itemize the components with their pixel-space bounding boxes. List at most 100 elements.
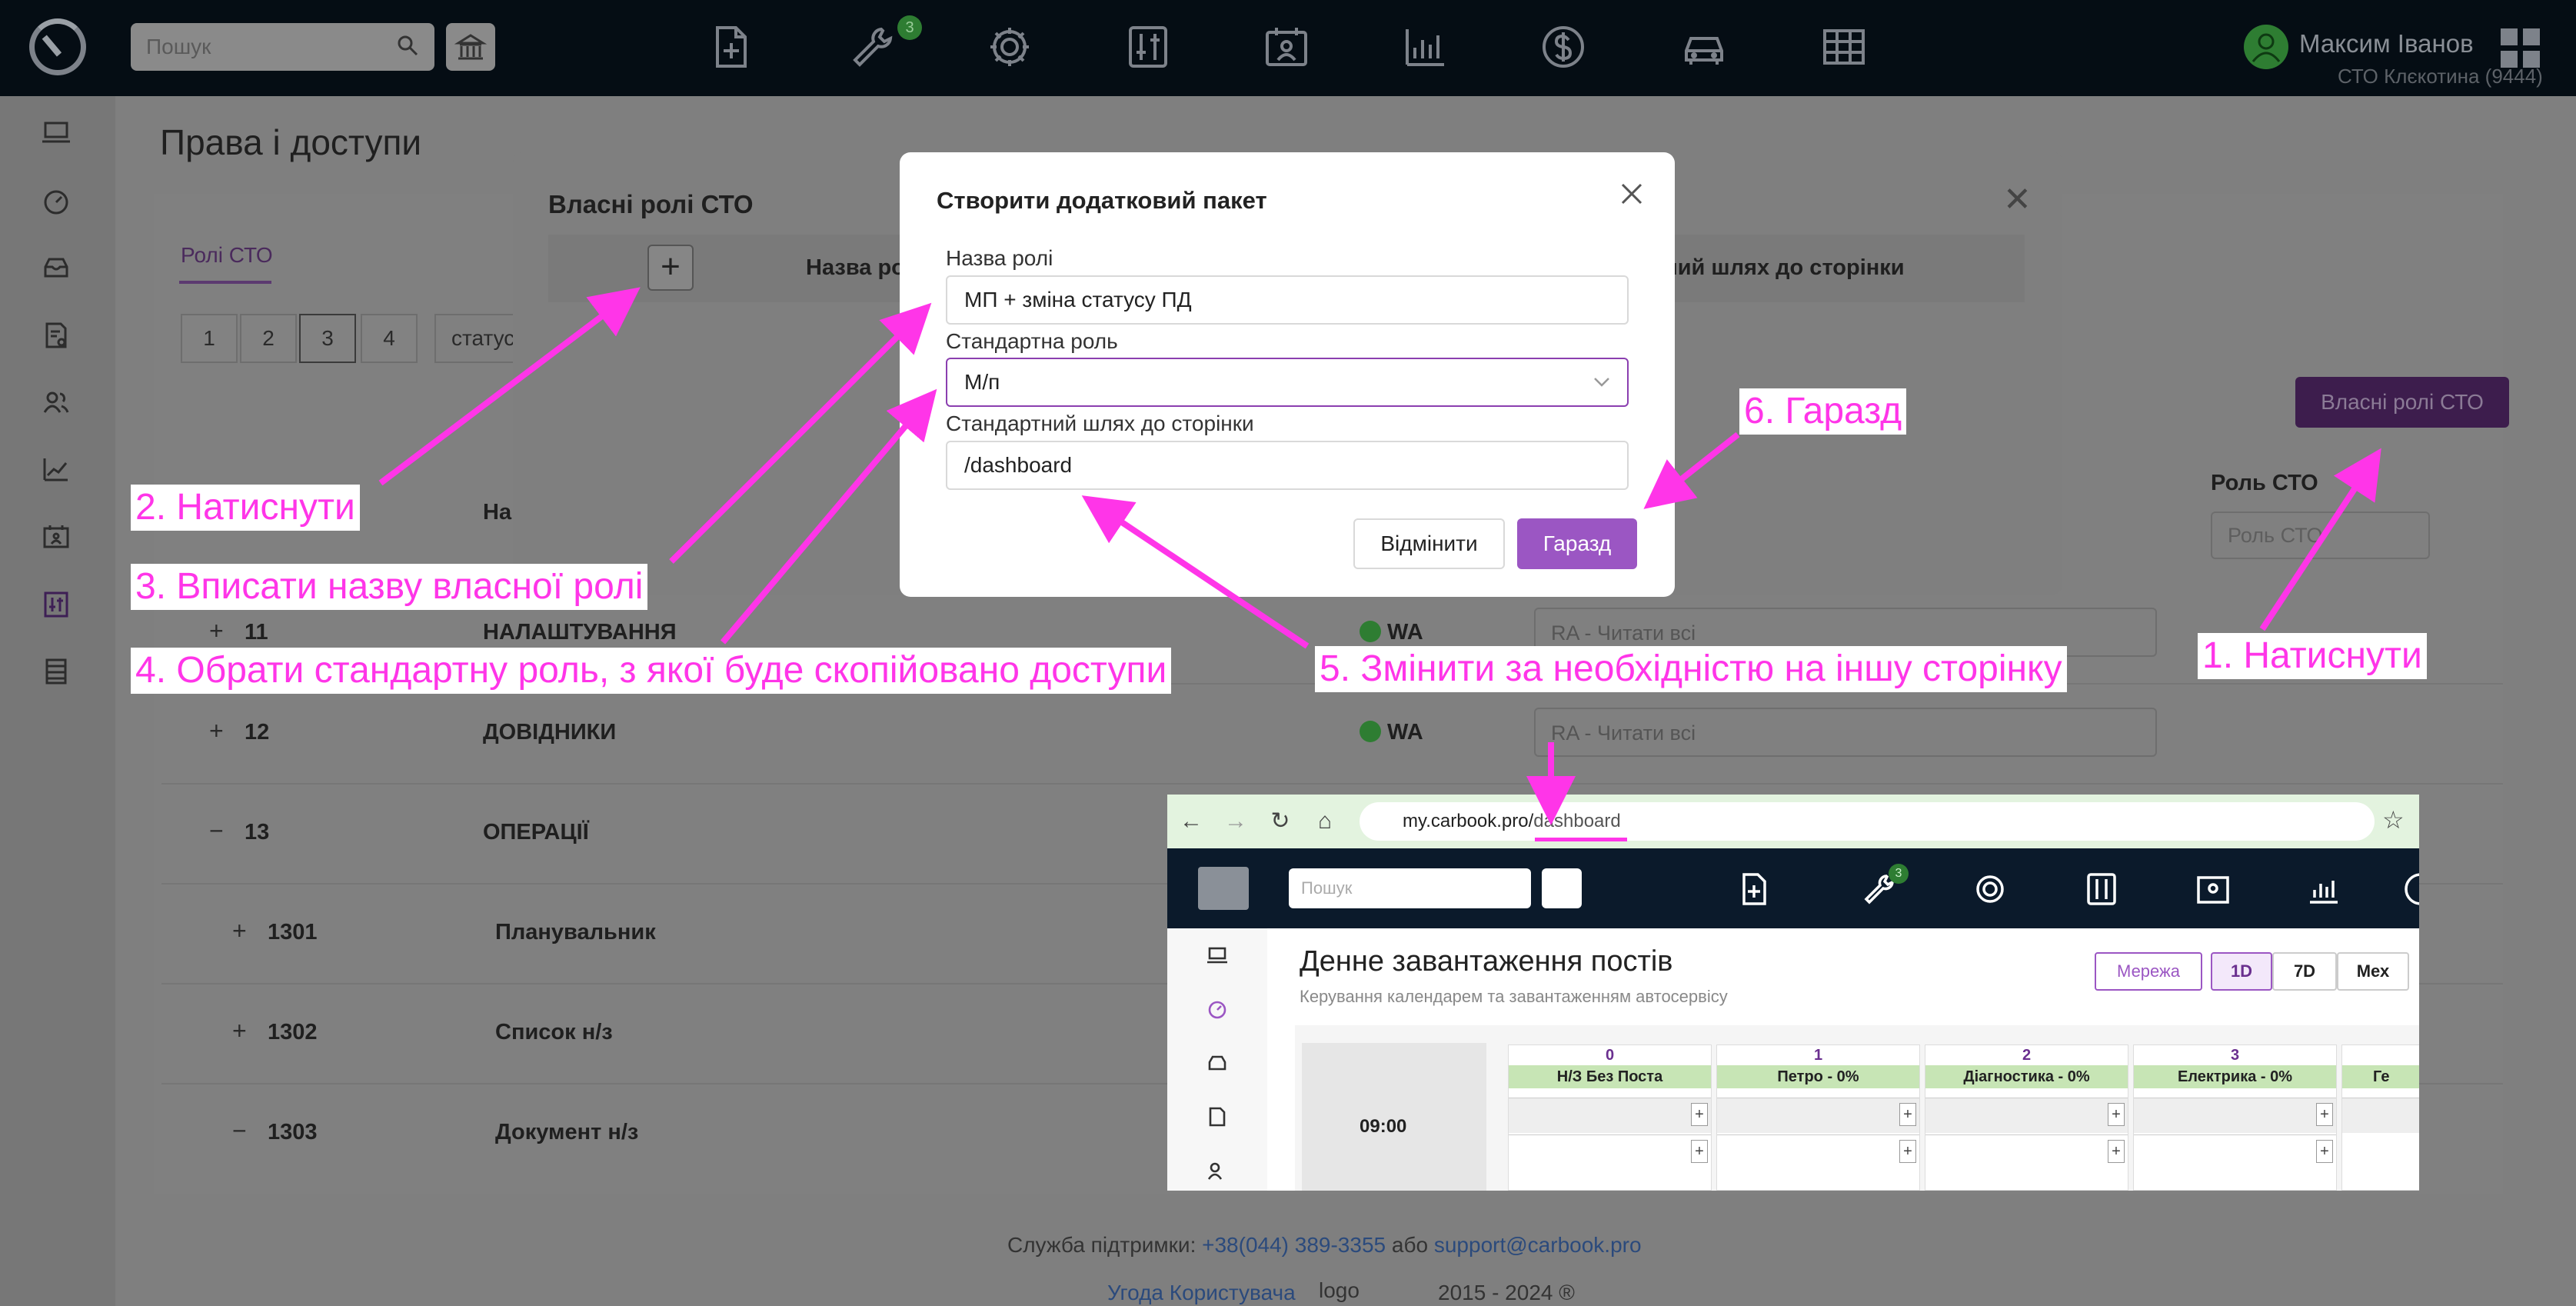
bank-icon[interactable] (446, 23, 495, 71)
schedule-slot[interactable] (2342, 1098, 2419, 1133)
user-name[interactable]: Максим Іванов (2299, 29, 2474, 58)
schedule-slot[interactable]: + (1925, 1098, 2128, 1133)
expand-toggle[interactable]: + (232, 1017, 247, 1045)
apps-grid-icon[interactable] (2499, 27, 2541, 69)
tab-roles[interactable]: Ролі СТО (181, 243, 273, 268)
inset-dollar-icon[interactable] (2401, 870, 2419, 908)
expand-toggle[interactable]: + (209, 717, 224, 745)
users-icon[interactable] (38, 385, 74, 420)
add-slot-button[interactable]: + (1691, 1103, 1708, 1126)
annotation-step-4: 4. Обрати стандартну роль, з якої буде с… (131, 648, 1172, 694)
inset-inbox-icon[interactable] (1204, 1050, 1230, 1076)
inset-sliders-icon[interactable] (2082, 870, 2121, 908)
add-slot-button[interactable]: + (1899, 1140, 1916, 1163)
settings-gear-icon[interactable] (984, 22, 1035, 72)
inset-users-icon[interactable] (1204, 1158, 1230, 1184)
own-roles-button[interactable]: Власні ролі СТО (2295, 377, 2509, 428)
collapse-toggle[interactable]: − (209, 817, 224, 845)
expand-toggle[interactable]: + (232, 917, 247, 945)
post-header: Діагностика - 0% (1925, 1065, 2128, 1088)
back-arrow-icon[interactable]: ← (1178, 808, 1204, 835)
inbox-icon[interactable] (38, 250, 74, 285)
inset-network-button[interactable]: Мережа (2095, 952, 2202, 991)
url-path: dashboard (1533, 811, 1621, 831)
sliders-icon[interactable] (1123, 22, 1173, 72)
inset-7d-button[interactable]: 7D (2272, 952, 2337, 991)
access-label: WA (1387, 720, 1423, 745)
collapse-toggle[interactable]: − (232, 1117, 247, 1145)
reload-icon[interactable]: ↻ (1267, 808, 1293, 835)
access-status: WA (1360, 620, 1423, 645)
dollar-icon[interactable] (1538, 22, 1589, 72)
search-input[interactable]: Пошук (131, 23, 434, 71)
schedule-slot[interactable]: + (1717, 1098, 1919, 1133)
user-avatar[interactable] (2244, 25, 2288, 69)
cancel-button[interactable]: Відмінити (1353, 518, 1505, 569)
calendar-person-icon[interactable] (38, 519, 74, 555)
row-code: 1301 (268, 920, 318, 945)
support-email-link[interactable]: support@carbook.pro (1434, 1233, 1642, 1257)
access-select[interactable]: RA - Читати всі (1534, 708, 2157, 757)
pagination-page[interactable]: 1 (181, 314, 238, 363)
inset-search-input[interactable]: Пошук (1289, 868, 1531, 908)
home-icon[interactable]: ⌂ (1312, 808, 1338, 835)
inset-bar-chart-icon[interactable] (2304, 870, 2342, 908)
calendar-user-icon[interactable] (1261, 22, 1312, 72)
inset-new-document-icon[interactable] (1735, 870, 1773, 908)
search-icon[interactable] (396, 34, 419, 57)
add-slot-button[interactable]: + (2316, 1140, 2333, 1163)
schedule-slot[interactable]: + (2134, 1134, 2336, 1170)
new-document-icon[interactable] (705, 22, 756, 72)
app-logo-icon[interactable] (29, 18, 86, 75)
footer-support: Служба підтримки: +38(044) 389-3355 або … (1007, 1233, 1642, 1258)
wrench-icon[interactable] (846, 22, 897, 72)
close-icon[interactable] (1615, 177, 1649, 211)
inset-laptop-icon[interactable] (1204, 942, 1230, 968)
schedule-slot[interactable]: + (1717, 1134, 1919, 1170)
inset-settings-gear-icon[interactable] (1971, 870, 2009, 908)
inset-post-column: Ге (2341, 1044, 2419, 1191)
role-name-input[interactable]: МП + зміна статусу ПД (946, 275, 1629, 325)
forward-arrow-icon[interactable]: → (1223, 808, 1249, 835)
address-bar[interactable]: my.carbook.pro/dashboard (1360, 802, 2375, 841)
pagination-page[interactable]: 2 (240, 314, 297, 363)
pagination-page[interactable]: 4 (361, 314, 418, 363)
access-sliders-icon[interactable] (38, 587, 74, 622)
add-slot-button[interactable]: + (2108, 1103, 2125, 1126)
add-slot-button[interactable]: + (1899, 1103, 1916, 1126)
schedule-slot[interactable]: + (2134, 1098, 2336, 1133)
standard-role-select[interactable]: М/п (946, 358, 1629, 407)
add-slot-button[interactable]: + (2316, 1103, 2333, 1126)
check-icon (1360, 721, 1381, 742)
list-table-icon[interactable] (38, 654, 74, 689)
inset-bank-icon[interactable] (1542, 868, 1582, 908)
bookmark-star-icon[interactable]: ☆ (2382, 805, 2405, 835)
pagination-page-active[interactable]: 3 (299, 314, 356, 363)
inset-document-icon[interactable] (1204, 1104, 1230, 1130)
document-search-icon[interactable] (38, 318, 74, 353)
role-sto-select[interactable]: Роль СТО (2211, 511, 2430, 559)
schedule-slot[interactable]: + (1509, 1098, 1711, 1133)
dashboard-gauge-icon[interactable] (38, 183, 74, 218)
inset-dashboard-icon[interactable] (1204, 996, 1230, 1022)
expand-toggle[interactable]: + (209, 617, 224, 645)
car-icon[interactable] (1679, 22, 1729, 72)
line-chart-icon[interactable] (38, 452, 74, 488)
default-path-input[interactable]: /dashboard (946, 441, 1629, 490)
inset-1d-button[interactable]: 1D (2211, 952, 2272, 991)
add-role-button[interactable]: + (647, 245, 694, 291)
schedule-slot[interactable]: + (1925, 1134, 2128, 1170)
ok-button[interactable]: Гаразд (1517, 518, 1637, 569)
add-slot-button[interactable]: + (1691, 1140, 1708, 1163)
bar-chart-icon[interactable] (1399, 22, 1450, 72)
inset-mechanic-button[interactable]: Мех (2337, 952, 2409, 991)
table-icon[interactable] (1819, 22, 1869, 72)
laptop-icon[interactable] (38, 115, 74, 151)
user-agreement-link[interactable]: Угода Користувача (1107, 1281, 1296, 1305)
add-slot-button[interactable]: + (2108, 1140, 2125, 1163)
close-icon[interactable]: ✕ (2003, 180, 2032, 219)
schedule-slot[interactable]: + (1509, 1134, 1711, 1170)
default-path-column-header: тний шлях до сторінки (1653, 255, 1905, 280)
inset-calendar-user-icon[interactable] (2194, 870, 2232, 908)
support-phone-link[interactable]: +38(044) 389-3355 (1202, 1233, 1386, 1257)
